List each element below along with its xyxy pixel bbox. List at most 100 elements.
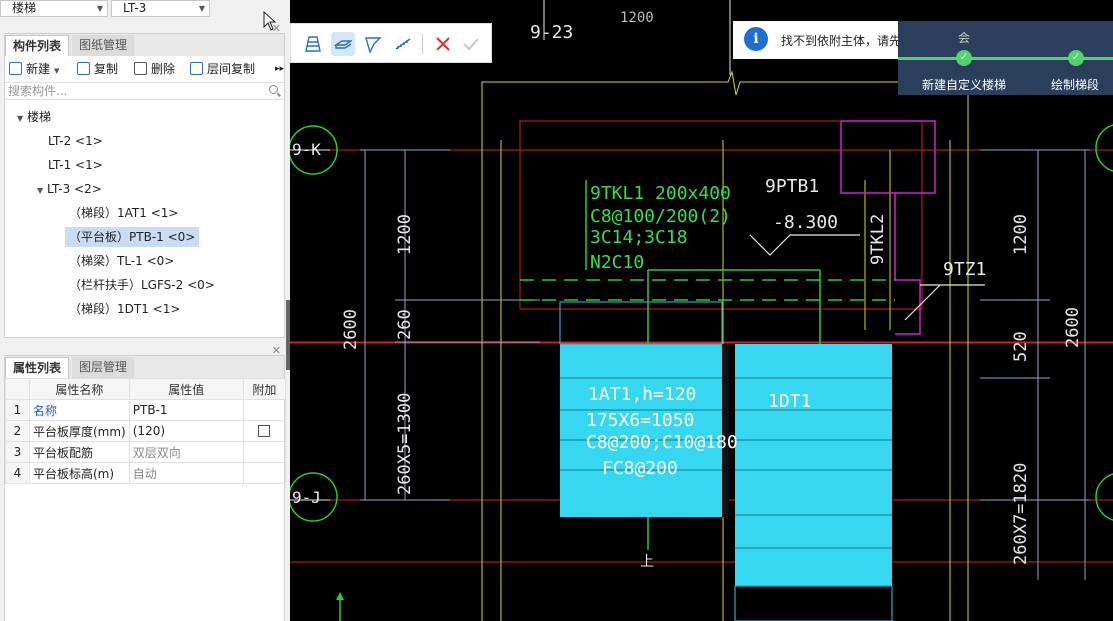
stair-block-1dt1[interactable] [735, 344, 892, 586]
stair1-label-3: C8@200;C10@180 [586, 432, 738, 453]
chevron-down-icon: ▼ [198, 4, 205, 13]
property-name: 平台板厚度(mm) [29, 420, 130, 442]
wizard-step-new[interactable]: 新建自定义楼梯 [922, 76, 1006, 93]
stair-straight-icon [305, 36, 321, 52]
tab-drawing-management[interactable]: 图纸管理 [72, 35, 135, 56]
copy-button[interactable]: 复制 [77, 61, 118, 77]
elevation-label: -8.300 [773, 212, 838, 233]
dim-left-260: 260 [395, 309, 415, 340]
row-number: 1 [5, 399, 30, 421]
component-select[interactable]: LT-3 ▼ [111, 0, 210, 17]
property-extra [242, 441, 287, 463]
copy-label: 复制 [94, 62, 119, 76]
tree-root[interactable]: ▼ 楼梯 [17, 107, 51, 127]
top-dimension-label: 1200 [620, 10, 654, 26]
delete-button[interactable]: 删除 [134, 61, 175, 77]
beam-label-2: C8@100/200(2) [590, 206, 731, 227]
stair-turn-tool[interactable] [361, 32, 385, 56]
copy-icon [77, 62, 90, 75]
tz1-label: 9TZ1 [943, 259, 986, 280]
more-icon[interactable]: ▸▸ [275, 61, 284, 77]
railing-tool[interactable] [391, 32, 415, 56]
property-name: 平台板配筋 [29, 441, 130, 463]
floor-select[interactable]: 楼梯 ▼ [0, 0, 108, 17]
new-label: 新建 [26, 62, 51, 76]
caret-down-icon[interactable]: ▼ [37, 181, 47, 201]
tab-layer-management[interactable]: 图层管理 [72, 357, 135, 378]
ptb-label: 9PTB1 [765, 176, 819, 197]
property-value[interactable]: (120) [128, 420, 244, 442]
property-panel: 属性列表 图层管理 ✕ 属性名称 属性值 附加 1 名称 PTB-1 2 平台板… [4, 344, 287, 621]
tree-item-lt2[interactable]: LT-2 <1> [48, 131, 103, 151]
table-row[interactable]: 2 平台板厚度(mm) (120) [5, 420, 287, 442]
wizard-title-partial: 会 [958, 31, 971, 45]
tree-item-lgfs2[interactable]: （栏杆扶手）LGFS-2 <0> [69, 275, 215, 295]
property-value[interactable]: PTB-1 [128, 399, 244, 421]
stair-wizard: 会 ✓ ✓ 新建自定义楼梯 绘制梯段 [898, 21, 1113, 95]
search-icon [269, 85, 278, 94]
left-panel: 楼梯 ▼ LT-3 ▼ 构件列表 图纸管理 ✕ 新建 ▼ 复制 删除 层间复制 ▸… [0, 0, 289, 621]
confirm-tool[interactable] [459, 32, 483, 56]
platform-icon [334, 40, 352, 49]
dim-right-520: 520 [1011, 331, 1031, 362]
property-value[interactable]: 自动 [128, 462, 244, 484]
tree-item-tl1[interactable]: （梯梁）TL-1 <0> [69, 251, 174, 271]
axis-label-9j: 9-J [292, 488, 321, 507]
header-extra: 附加 [242, 378, 287, 400]
stair1-label-4: FC8@200 [602, 458, 678, 479]
check-icon: ✓ [956, 50, 972, 66]
info-icon: i [744, 27, 768, 51]
tkl2-label: 9TKL2 [868, 214, 888, 265]
new-button[interactable]: 新建 ▼ [9, 61, 59, 77]
dim-left-260x5: 260X5=1300 [395, 393, 415, 495]
platform-tool[interactable] [331, 32, 355, 56]
floor-copy-label: 层间复制 [207, 62, 256, 76]
tree-item-1dt1[interactable]: （梯段）1DT1 <1> [69, 299, 180, 319]
property-extra [242, 399, 287, 421]
railing-icon [395, 38, 411, 50]
floor-copy-icon [190, 62, 203, 75]
extra-checkbox[interactable] [258, 425, 271, 437]
table-row[interactable]: 4 平台板标高(m) 自动 [5, 462, 287, 484]
component-toolbar: 新建 ▼ 复制 删除 层间复制 ▸▸ [5, 58, 284, 80]
stair-turn-icon [365, 37, 382, 53]
stair1-label-2: 175X6=1050 [586, 410, 694, 431]
floor-copy-button[interactable]: 层间复制 [190, 61, 255, 77]
search-input[interactable]: 搜索构件... [5, 82, 284, 100]
tab-property-list[interactable]: 属性列表 [5, 357, 70, 378]
tree-item-lt1[interactable]: LT-1 <1> [48, 155, 103, 175]
dim-right-1200: 1200 [1011, 214, 1031, 255]
dim-right-260x7: 260X7=1820 [1011, 463, 1031, 565]
tree-item-lt3-label: LT-3 <2> [47, 182, 102, 196]
chevron-down-icon[interactable]: ▼ [54, 67, 59, 75]
beam-label-1: 9TKL1 200x400 [590, 183, 731, 204]
tree-item-1at1[interactable]: （梯段）1AT1 <1> [69, 203, 178, 223]
close-icon[interactable]: ✕ [272, 344, 281, 357]
property-extra [242, 462, 287, 484]
check-icon [463, 38, 479, 51]
property-table: 属性名称 属性值 附加 1 名称 PTB-1 2 平台板厚度(mm) (120)… [5, 378, 287, 484]
property-tabs: 属性列表 图层管理 [5, 356, 284, 378]
tree-item-lt3[interactable]: ▼ LT-3 <2> [37, 179, 102, 199]
tab-component-list[interactable]: 构件列表 [5, 35, 70, 56]
row-number: 2 [5, 420, 30, 442]
tree-item-ptb1[interactable]: （平台板）PTB-1 <0> [65, 227, 200, 247]
draw-toolbar [290, 23, 492, 63]
row-number: 3 [5, 441, 30, 463]
dim-right-2600: 2600 [1063, 307, 1083, 348]
wizard-step-draw[interactable]: 绘制梯段 [1051, 76, 1099, 93]
stair-straight-tool[interactable] [301, 32, 325, 56]
table-row[interactable]: 3 平台板配筋 双层双向 [5, 441, 287, 463]
delete-label: 删除 [151, 62, 176, 76]
header-name: 属性名称 [29, 378, 130, 400]
beam-label-4: N2C10 [590, 252, 644, 273]
cancel-tool[interactable] [431, 32, 455, 56]
search-placeholder: 搜索构件... [8, 84, 68, 98]
close-icon [436, 37, 450, 51]
property-header-row: 属性名称 属性值 附加 [5, 378, 287, 400]
caret-down-icon[interactable]: ▼ [17, 109, 27, 129]
component-select-value: LT-3 [123, 1, 147, 15]
table-row[interactable]: 1 名称 PTB-1 [5, 399, 287, 421]
floor-select-value: 楼梯 [12, 1, 37, 15]
property-value[interactable]: 双层双向 [128, 441, 244, 463]
